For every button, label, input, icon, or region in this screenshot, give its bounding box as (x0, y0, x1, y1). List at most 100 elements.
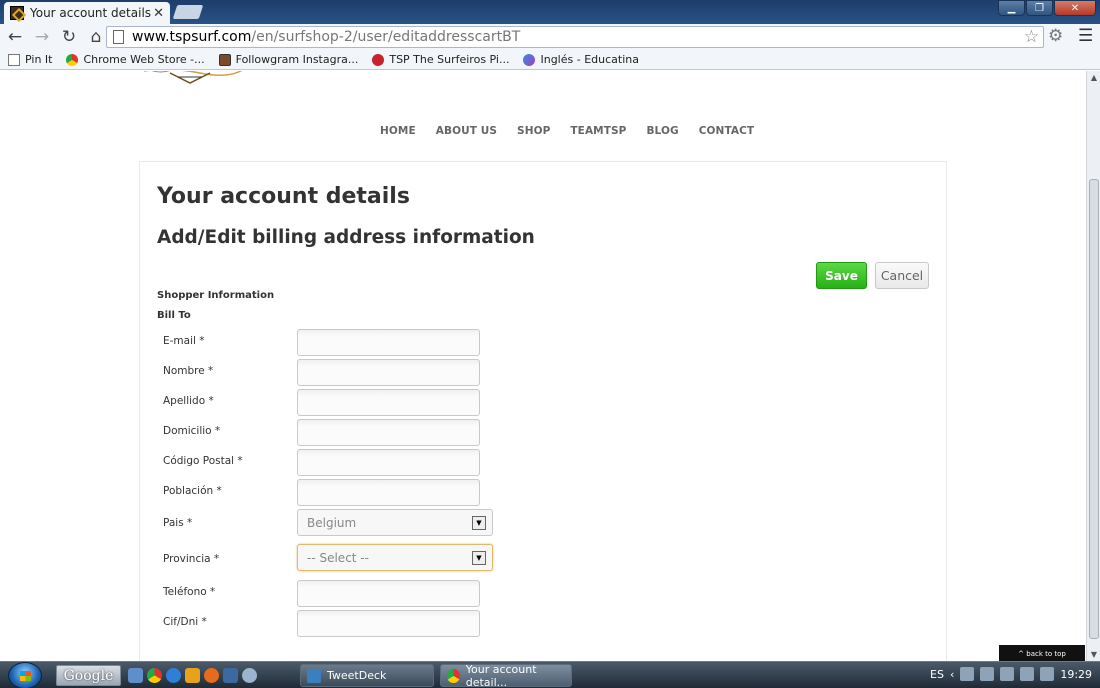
followgram-icon (218, 53, 231, 66)
page-icon (8, 53, 20, 66)
reload-icon[interactable]: ↻ (57, 25, 81, 49)
educatina-icon (523, 53, 536, 66)
site-logo[interactable] (140, 71, 248, 89)
page-icon (113, 30, 124, 44)
email-field[interactable] (297, 329, 480, 356)
provincia-select[interactable]: -- Select -- ▼ (297, 544, 493, 571)
page-subtitle: Add/Edit billing address information (157, 227, 535, 248)
nav-blog[interactable]: BLOG (646, 125, 678, 137)
chevron-down-icon[interactable]: ▼ (472, 516, 486, 530)
back-to-top-link[interactable]: ^ back to top (999, 645, 1085, 661)
tab-title: Your account details (30, 6, 152, 20)
page-title: Your account details (157, 184, 410, 209)
minimize-button[interactable]: ▁ (998, 0, 1025, 16)
cif-dni-label: Cif/Dni * (163, 616, 207, 628)
url-path: /en/surfshop-2/user/editaddresscartBT (251, 29, 521, 45)
network-icon[interactable] (960, 667, 975, 681)
volume-icon[interactable] (1040, 667, 1055, 681)
provincia-selected-value: -- Select -- (307, 550, 369, 565)
nav-contact[interactable]: CONTACT (699, 125, 754, 137)
home-icon[interactable]: ⌂ (84, 25, 108, 49)
windows-orb-icon[interactable] (8, 662, 42, 688)
poblacion-field[interactable] (297, 479, 480, 506)
chevron-down-icon[interactable]: ▼ (472, 551, 486, 565)
clock[interactable]: 19:29 (1060, 668, 1092, 681)
browser-titlebar: Your account details ✕ ▁ ❐ ✕ (0, 0, 1100, 24)
media-player-icon[interactable] (185, 668, 200, 683)
bookmark-pin-it[interactable]: Pin It (8, 53, 52, 66)
scroll-down-icon[interactable]: ▼ (1087, 650, 1100, 659)
tweetdeck-icon (307, 668, 321, 683)
bookmarks-bar: Pin It Chrome Web Store -... Followgram … (0, 50, 1100, 70)
wrench-icon[interactable]: ⚙ (1048, 26, 1063, 46)
cancel-button[interactable]: Cancel (875, 262, 929, 289)
windows-taskbar: Google TweetDeck Your account detail... … (0, 661, 1100, 688)
main-navigation: HOME ABOUT US SHOP TEAMTSP BLOG CONTACT (380, 125, 774, 137)
site-favicon-icon (10, 6, 24, 20)
provincia-label: Provincia * (163, 553, 220, 565)
nav-teamtsp[interactable]: TEAMTSP (570, 125, 626, 137)
bookmark-followgram[interactable]: Followgram Instagra... (218, 53, 358, 66)
system-tray: ES ‹ 19:29 (930, 667, 1092, 681)
domicilio-label: Domicilio * (163, 425, 221, 437)
nav-shop[interactable]: SHOP (517, 125, 550, 137)
forward-arrow-icon[interactable]: → (30, 25, 54, 49)
flag-icon[interactable] (1020, 667, 1035, 681)
bookmark-tsp-pinterest[interactable]: TSP The Surfeiros Pi... (372, 53, 509, 66)
firefox-icon[interactable] (204, 668, 219, 683)
browser-tab-active[interactable]: Your account details ✕ (4, 2, 170, 24)
google-toolbar[interactable]: Google (56, 665, 121, 686)
nav-home[interactable]: HOME (380, 125, 416, 137)
bookmark-educatina[interactable]: Inglés - Educatina (523, 53, 639, 66)
section-bill-to: Bill To (157, 310, 191, 321)
window-controls: ▁ ❐ ✕ (998, 0, 1096, 16)
address-bar[interactable]: www.tspsurf.com/en/surfshop-2/user/edita… (106, 26, 1044, 48)
window-icon[interactable] (223, 668, 238, 683)
poblacion-label: Población * (163, 485, 222, 497)
url-host: www.tspsurf.com (132, 29, 252, 45)
star-icon[interactable]: ☆ (1024, 27, 1039, 47)
codigo-postal-label: Código Postal * (163, 455, 243, 467)
pais-selected-value: Belgium (307, 515, 357, 530)
nav-about-us[interactable]: ABOUT US (436, 125, 497, 137)
tray-expand-icon[interactable]: ‹ (950, 668, 954, 681)
battery-icon[interactable] (1000, 667, 1015, 681)
back-arrow-icon[interactable]: ← (3, 25, 27, 49)
monitor-icon[interactable] (980, 667, 995, 681)
window-close-button[interactable]: ✕ (1054, 0, 1096, 16)
bookmark-chrome-web-store[interactable]: Chrome Web Store -... (66, 53, 205, 66)
language-indicator[interactable]: ES (930, 668, 944, 681)
desktop-icon[interactable] (128, 668, 143, 683)
chrome-icon (66, 53, 79, 66)
cif-dni-field[interactable] (297, 610, 480, 637)
menu-icon[interactable]: ☰ (1078, 26, 1093, 46)
scroll-up-icon[interactable]: ▲ (1087, 73, 1100, 82)
new-tab-button[interactable] (172, 5, 204, 19)
chrome-icon[interactable] (147, 668, 162, 683)
apellido-field[interactable] (297, 389, 480, 416)
page-scrollbar[interactable]: ▲ ▼ (1086, 71, 1100, 661)
domicilio-field[interactable] (297, 419, 480, 446)
browser-toolbar: ← → ↻ ⌂ www.tspsurf.com/en/surfshop-2/us… (0, 24, 1100, 50)
pais-select[interactable]: Belgium ▼ (297, 509, 493, 536)
taskbar-tweetdeck[interactable]: TweetDeck (300, 664, 434, 687)
email-label: E-mail * (163, 335, 205, 347)
pinterest-icon (372, 53, 385, 66)
nombre-label: Nombre * (163, 365, 214, 377)
apellido-label: Apellido * (163, 395, 214, 407)
taskbar-chrome-window[interactable]: Your account detail... (440, 663, 572, 688)
codigo-postal-field[interactable] (297, 449, 480, 476)
scroll-thumb[interactable] (1089, 179, 1099, 639)
telefono-field[interactable] (297, 580, 480, 607)
chrome-icon (447, 668, 460, 683)
maximize-button[interactable]: ❐ (1026, 0, 1053, 16)
page-viewport: HOME ABOUT US SHOP TEAMTSP BLOG CONTACT … (0, 71, 1086, 661)
nombre-field[interactable] (297, 359, 480, 386)
section-shopper-information: Shopper Information (157, 290, 275, 301)
pais-label: Pais * (163, 517, 193, 529)
star-app-icon[interactable] (242, 668, 257, 683)
save-button[interactable]: Save (816, 262, 867, 289)
tab-close-icon[interactable]: ✕ (153, 6, 164, 21)
telefono-label: Teléfono * (163, 586, 216, 598)
ie-icon[interactable] (166, 668, 181, 683)
